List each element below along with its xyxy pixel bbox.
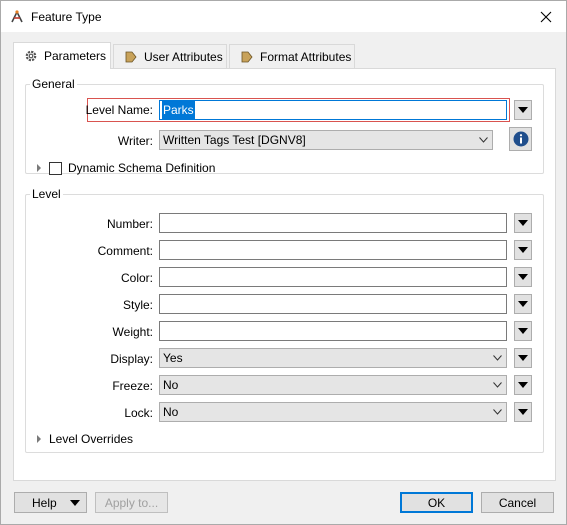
arrow-right-icon [241, 51, 253, 62]
display-value: Yes [163, 351, 183, 365]
freeze-label: Freeze: [112, 379, 153, 393]
color-input[interactable] [159, 267, 507, 287]
cancel-label: Cancel [498, 495, 537, 510]
comment-label: Comment: [97, 244, 153, 258]
expand-arrow-icon[interactable] [37, 435, 41, 443]
tab-label: Parameters [44, 49, 107, 63]
general-legend: General [32, 77, 75, 91]
triangle-down-icon [518, 409, 528, 415]
triangle-down-icon [70, 500, 80, 506]
triangle-down-icon [518, 247, 528, 253]
title-bar: Feature Type [1, 1, 566, 32]
close-button[interactable] [526, 1, 566, 32]
number-menu-button[interactable] [514, 213, 532, 233]
level-legend: Level [32, 187, 61, 201]
style-input[interactable] [159, 294, 507, 314]
general-group: General [25, 77, 544, 174]
lock-menu-button[interactable] [514, 402, 532, 422]
window-title: Feature Type [31, 10, 102, 24]
tab-format-attributes[interactable]: Format Attributes [229, 44, 355, 68]
triangle-down-icon [518, 274, 528, 280]
level-overrides-label: Level Overrides [49, 432, 134, 446]
style-menu-button[interactable] [514, 294, 532, 314]
weight-menu-button[interactable] [514, 321, 532, 341]
feature-type-dialog: Feature Type Parameters User Attributes … [0, 0, 567, 525]
level-name-label: Level Name: [85, 103, 153, 117]
writer-label: Writer: [117, 134, 153, 148]
number-label: Number: [106, 217, 153, 231]
lock-value: No [163, 405, 179, 419]
writer-select[interactable]: Written Tags Test [DGNV8] [159, 130, 493, 150]
info-icon [513, 131, 528, 147]
triangle-down-icon [518, 301, 528, 307]
triangle-down-icon [518, 107, 528, 113]
freeze-select[interactable]: No [159, 375, 507, 395]
lock-select[interactable]: No [159, 402, 507, 422]
writer-value: Written Tags Test [DGNV8] [163, 133, 306, 147]
parameters-panel: General Level Name: Parks Writer: Writte… [13, 68, 556, 481]
app-icon [11, 10, 23, 23]
expand-arrow-icon[interactable] [37, 164, 41, 172]
level-name-input[interactable]: Parks [159, 100, 507, 120]
weight-label: Weight: [112, 325, 153, 339]
comment-menu-button[interactable] [514, 240, 532, 260]
chevron-down-icon [493, 382, 502, 388]
cancel-button[interactable]: Cancel [481, 492, 554, 513]
tab-parameters[interactable]: Parameters [13, 42, 111, 69]
chevron-down-icon [493, 355, 502, 361]
style-label: Style: [122, 298, 153, 312]
display-menu-button[interactable] [514, 348, 532, 368]
triangle-down-icon [518, 382, 528, 388]
apply-to-label: Apply to... [104, 495, 159, 510]
tab-user-attributes[interactable]: User Attributes [113, 44, 227, 68]
freeze-value: No [163, 378, 179, 392]
level-overrides-row[interactable]: Level Overrides [37, 432, 133, 446]
gear-icon [25, 50, 37, 62]
help-button[interactable]: Help [14, 492, 87, 513]
freeze-menu-button[interactable] [514, 375, 532, 395]
dynamic-schema-checkbox[interactable] [49, 161, 62, 175]
color-menu-button[interactable] [514, 267, 532, 287]
display-select[interactable]: Yes [159, 348, 507, 368]
triangle-down-icon [518, 328, 528, 334]
color-label: Color: [120, 271, 153, 285]
close-icon [540, 11, 552, 22]
lock-label: Lock: [124, 406, 153, 420]
ok-button[interactable]: OK [400, 492, 473, 513]
comment-input[interactable] [159, 240, 507, 260]
dynamic-schema-row: Dynamic Schema Definition [37, 161, 215, 175]
chevron-down-icon [479, 137, 488, 143]
chevron-down-icon [493, 409, 502, 415]
number-input[interactable] [159, 213, 507, 233]
tab-label: User Attributes [144, 49, 223, 64]
dynamic-schema-label: Dynamic Schema Definition [68, 161, 216, 175]
arrow-right-icon [125, 51, 137, 62]
apply-to-button[interactable]: Apply to... [95, 492, 168, 513]
writer-info-button[interactable] [509, 127, 532, 151]
weight-input[interactable] [159, 321, 507, 341]
level-name-value: Parks [162, 101, 195, 119]
ok-label: OK [427, 495, 446, 510]
display-label: Display: [110, 352, 153, 366]
help-label: Help [32, 495, 57, 510]
triangle-down-icon [518, 220, 528, 226]
triangle-down-icon [518, 355, 528, 361]
level-name-menu-button[interactable] [514, 100, 532, 120]
tab-label: Format Attributes [260, 49, 352, 64]
